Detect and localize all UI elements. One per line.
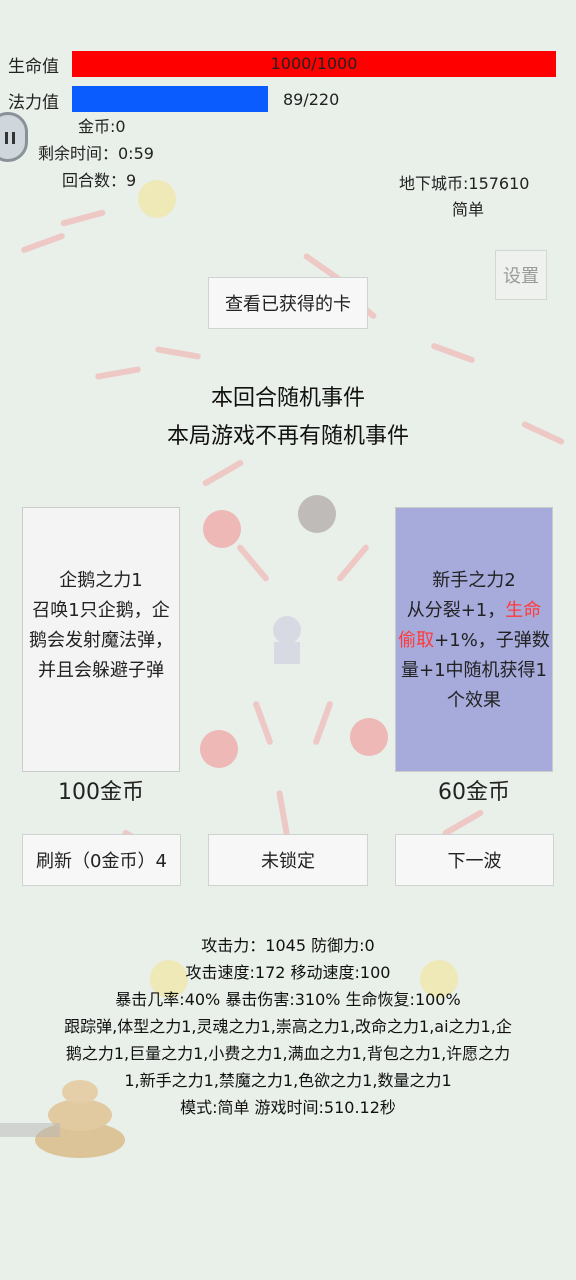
time-left: 剩余时间：0:59 [38, 144, 154, 163]
card-novice-power[interactable]: 新手之力2 从分裂+1，生命偷取+1%，子弹数量+1中随机获得1个效果 [395, 507, 553, 772]
next-wave-button[interactable]: 下一波 [395, 834, 554, 886]
refresh-button[interactable]: 刷新（0金币）4 [22, 834, 181, 886]
card-novice-price: 60金币 [438, 780, 510, 805]
powers-line-1: 跟踪弹,体型之力1,灵魂之力1,崇高之力1,改命之力1,ai之力1,企 [64, 1017, 512, 1036]
stats-speed: 攻击速度:172 移动速度:100 [185, 963, 391, 982]
card-penguin-name: 企鹅之力1 [59, 570, 143, 591]
card-novice-text-part1: 从分裂+1， [406, 600, 506, 621]
random-event-text: 本局游戏不再有随机事件 [166, 424, 409, 449]
mp-bar [72, 86, 268, 112]
lock-button[interactable]: 未锁定 [208, 834, 368, 886]
stats-block: 攻击力：1045 防御力:0 攻击速度:172 移动速度:100 暴击几率:40… [0, 932, 576, 1121]
stats-attack-defense: 攻击力：1045 防御力:0 [201, 936, 375, 955]
random-event-title: 本回合随机事件 [210, 386, 365, 411]
pause-button[interactable] [0, 112, 28, 162]
hp-value: 1000/1000 [270, 54, 358, 73]
settings-button[interactable]: 设置 [495, 250, 547, 300]
mp-label: 法力值 [8, 88, 59, 113]
dungeon-coins: 地下城币:157610 [399, 174, 530, 193]
pause-icon [5, 132, 15, 144]
view-cards-button[interactable]: 查看已获得的卡 [208, 277, 368, 329]
card-penguin-power[interactable]: 企鹅之力1 召唤1只企鹅，企鹅会发射魔法弹，并且会躲避子弹 [22, 507, 180, 772]
mp-label-text: 法力值 [8, 93, 59, 113]
card-penguin-text: 召唤1只企鹅，企鹅会发射魔法弹，并且会躲避子弹 [29, 600, 173, 681]
card-novice-text: 从分裂+1，生命偷取+1%，子弹数量+1中随机获得1个效果 [398, 596, 550, 716]
stats-crit: 暴击几率:40% 暴击伤害:310% 生命恢复:100% [115, 990, 461, 1009]
card-penguin-desc: 企鹅之力1 召唤1只企鹅，企鹅会发射魔法弹，并且会躲避子弹 [23, 566, 179, 686]
card-novice-name: 新手之力2 [432, 570, 516, 591]
gold-count: 金币:0 [78, 117, 126, 136]
mode-line: 模式:简单 游戏时间:510.12秒 [180, 1098, 396, 1117]
mp-value: 89/220 [283, 90, 340, 109]
powers-line-2: 鹅之力1,巨量之力1,小费之力1,满血之力1,背包之力1,许愿之力 [65, 1044, 511, 1063]
round-count: 回合数：9 [62, 171, 137, 190]
powers-line-3: 1,新手之力1,禁魔之力1,色欲之力1,数量之力1 [124, 1071, 452, 1090]
card-penguin-price: 100金币 [58, 780, 144, 805]
difficulty-label: 简单 [452, 200, 485, 219]
card-novice-desc: 新手之力2 从分裂+1，生命偷取+1%，子弹数量+1中随机获得1个效果 [396, 566, 552, 716]
